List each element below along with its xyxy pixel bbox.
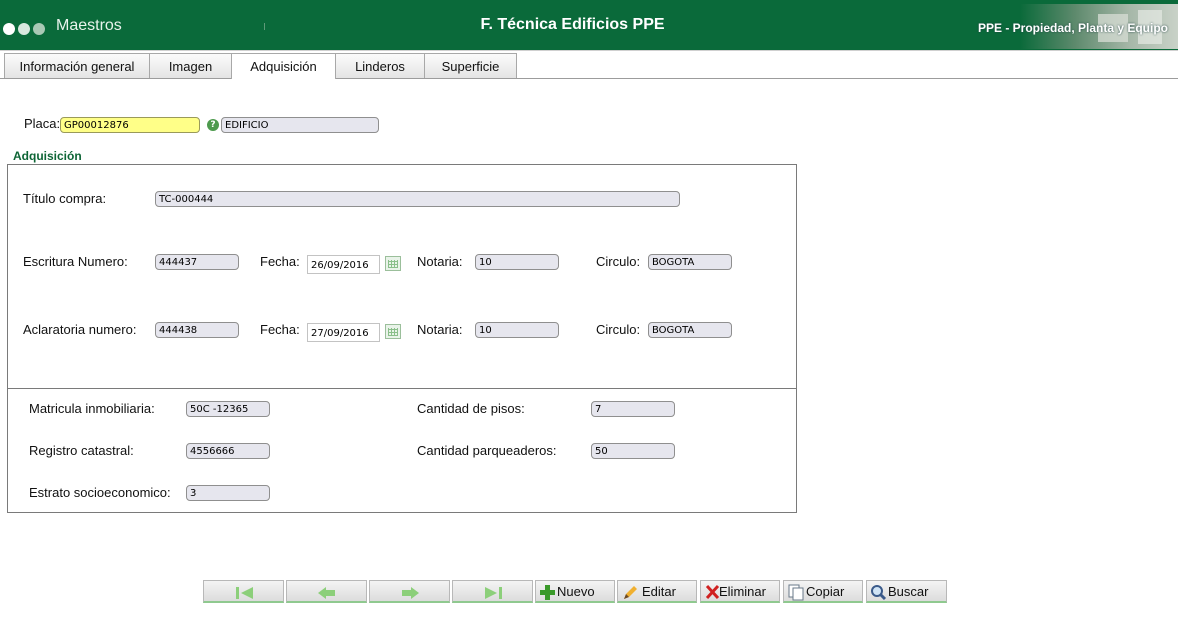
- titulo-compra-label: Título compra:: [23, 191, 107, 206]
- tab-adquisicion[interactable]: Adquisición: [231, 53, 336, 79]
- escritura-notaria-label: Notaria:: [417, 254, 463, 269]
- eliminar-button[interactable]: Eliminar: [700, 580, 780, 603]
- placa-description-field: EDIFICIO: [221, 117, 379, 133]
- matricula-label: Matricula inmobiliaria:: [29, 401, 155, 416]
- escritura-fecha-input[interactable]: 26/09/2016: [307, 255, 380, 274]
- calendar-icon[interactable]: [385, 324, 401, 339]
- copiar-label: Copiar: [806, 584, 845, 599]
- aclaratoria-notaria-input[interactable]: 10: [475, 322, 559, 338]
- x-icon: [705, 584, 720, 600]
- eliminar-label: Eliminar: [719, 584, 766, 599]
- registro-label: Registro catastral:: [29, 443, 134, 458]
- tab-superficie[interactable]: Superficie: [424, 53, 517, 78]
- placa-input[interactable]: GP00012876: [60, 117, 200, 133]
- copy-icon: [788, 584, 804, 601]
- calendar-icon[interactable]: [385, 256, 401, 271]
- estrato-input[interactable]: 3: [186, 485, 270, 501]
- copiar-button[interactable]: Copiar: [783, 580, 863, 603]
- placa-label: Placa:: [24, 116, 61, 131]
- editar-button[interactable]: Editar: [617, 580, 697, 603]
- tab-informacion-general[interactable]: Información general: [4, 53, 150, 78]
- pisos-input[interactable]: 7: [591, 401, 675, 417]
- escritura-input[interactable]: 444437: [155, 254, 239, 270]
- aclaratoria-circulo-label: Circulo:: [596, 322, 641, 337]
- estrato-label: Estrato socioeconomico:: [29, 485, 171, 500]
- aclaratoria-circulo-input[interactable]: BOGOTA: [648, 322, 732, 338]
- aclaratoria-notaria-label: Notaria:: [417, 322, 463, 337]
- parqueaderos-label: Cantidad parqueaderos:: [417, 443, 557, 458]
- parqueaderos-input[interactable]: 50: [591, 443, 675, 459]
- aclaratoria-fecha-label: Fecha:: [260, 322, 300, 337]
- nuevo-button[interactable]: Nuevo: [535, 580, 615, 603]
- first-record-icon: [236, 587, 253, 599]
- page-title: F. Técnica Edificios PPE: [480, 16, 665, 33]
- first-record-button[interactable]: [203, 580, 284, 603]
- tab-linderos[interactable]: Linderos: [335, 53, 425, 78]
- previous-record-button[interactable]: [286, 580, 367, 603]
- previous-record-icon: [318, 587, 335, 599]
- aclaratoria-fecha-input[interactable]: 27/09/2016: [307, 323, 380, 342]
- aclaratoria-input[interactable]: 444438: [155, 322, 239, 338]
- escritura-fecha-label: Fecha:: [260, 254, 300, 269]
- section-title-adquisicion: Adquisición: [13, 149, 82, 163]
- aclaratoria-label: Aclaratoria numero:: [23, 322, 137, 337]
- pisos-label: Cantidad de pisos:: [417, 401, 525, 416]
- buscar-label: Buscar: [888, 584, 929, 599]
- tab-imagen[interactable]: Imagen: [149, 53, 232, 78]
- escritura-notaria-input[interactable]: 10: [475, 254, 559, 270]
- module-name: PPE - Propiedad, Planta y Equipo: [977, 21, 1168, 35]
- plus-icon: [540, 585, 555, 600]
- escritura-label: Escritura Numero:: [23, 254, 128, 269]
- titulo-compra-input[interactable]: TC-000444: [155, 191, 680, 207]
- registro-input[interactable]: 4556666: [186, 443, 270, 459]
- app-header: Maestros F. Técnica Edificios PPE PPE - …: [0, 0, 1178, 51]
- last-record-icon: [485, 587, 502, 599]
- pencil-icon: [624, 586, 637, 599]
- editar-label: Editar: [642, 584, 676, 599]
- escritura-circulo-input[interactable]: BOGOTA: [648, 254, 732, 270]
- matricula-input[interactable]: 50C -12365: [186, 401, 270, 417]
- last-record-button[interactable]: [452, 580, 533, 603]
- tab-bar: Información general Imagen Adquisición L…: [0, 53, 1178, 79]
- magnifier-icon: [871, 585, 887, 601]
- nuevo-label: Nuevo: [557, 584, 595, 599]
- escritura-circulo-label: Circulo:: [596, 254, 641, 269]
- buscar-button[interactable]: Buscar: [866, 580, 947, 603]
- next-record-icon: [402, 587, 419, 599]
- next-record-button[interactable]: [369, 580, 450, 603]
- help-icon[interactable]: ?: [207, 119, 219, 131]
